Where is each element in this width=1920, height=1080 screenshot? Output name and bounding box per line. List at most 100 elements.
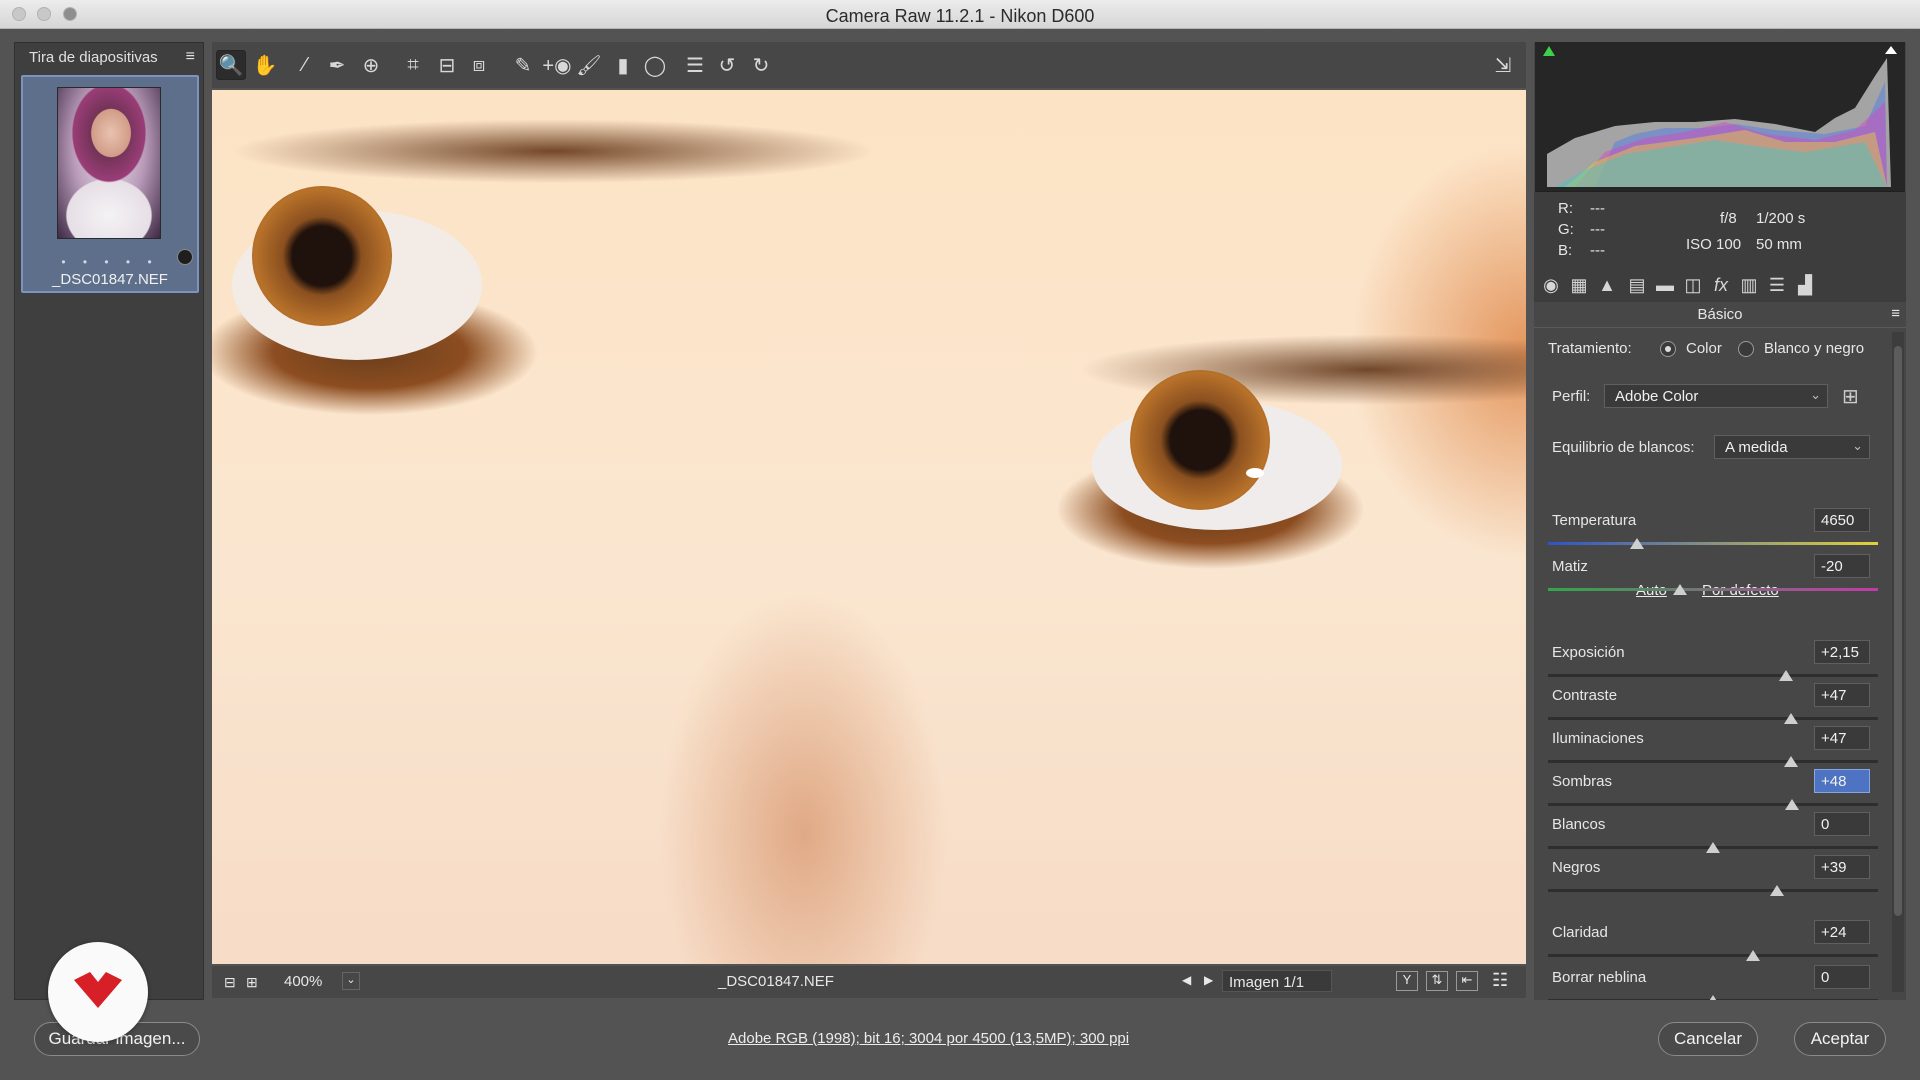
slider-value-field[interactable]: +48	[1814, 769, 1870, 793]
hand-icon[interactable]: ✋	[250, 50, 280, 80]
slider-thumb[interactable]	[1785, 799, 1800, 810]
rating-dots[interactable]: • • • • •	[23, 255, 197, 269]
targeted-adjustment-icon[interactable]: ⊕	[356, 50, 386, 80]
slider-track[interactable]	[1548, 674, 1878, 677]
graduated-filter-icon[interactable]: ▮	[608, 50, 638, 80]
treatment-color-radio[interactable]	[1660, 341, 1676, 357]
slider-thumb[interactable]	[1706, 842, 1720, 853]
zoom-icon[interactable]: 🔍	[216, 50, 246, 80]
treatment-label: Tratamiento:	[1548, 340, 1632, 357]
slider-track[interactable]	[1548, 803, 1878, 806]
spot-removal-icon[interactable]: ✎	[508, 50, 538, 80]
tone-curve-tab-icon[interactable]: ▦	[1568, 274, 1590, 296]
iso-value: ISO 100	[1686, 236, 1742, 253]
scrollbar-thumb[interactable]	[1894, 346, 1902, 916]
panel-tabs: ◉ ▦ ▲ ▤ ▬ ◫ fx ▥ ☰ ▟	[1534, 268, 1906, 302]
slider-value-field[interactable]: +47	[1814, 726, 1870, 750]
slider-track[interactable]	[1548, 717, 1878, 720]
slider-value-field[interactable]: +24	[1814, 920, 1870, 944]
slider-thumb[interactable]	[1778, 670, 1793, 681]
next-image-icon[interactable]: ▶	[1204, 973, 1213, 987]
slider-label: Temperatura	[1552, 512, 1637, 529]
slider-thumb[interactable]	[1770, 885, 1785, 896]
slider-label: Matiz	[1552, 558, 1588, 575]
focal-length-value: 50 mm	[1756, 236, 1802, 253]
treatment-color-label: Color	[1686, 340, 1722, 357]
open-in-photoshop-icon[interactable]: ⇲	[1488, 50, 1518, 80]
slider-thumb[interactable]	[1745, 950, 1760, 961]
zoom-level[interactable]: 400%	[284, 973, 322, 990]
white-balance-icon[interactable]: ⁄	[290, 50, 320, 80]
snapshots-tab-icon[interactable]: ▟	[1794, 274, 1816, 296]
g-value: ---	[1590, 221, 1605, 238]
slider-thumb[interactable]	[1783, 756, 1798, 767]
effects-tab-icon[interactable]: fx	[1710, 274, 1732, 296]
slider-value-field[interactable]: +47	[1814, 683, 1870, 707]
slider-value-field[interactable]: 0	[1814, 965, 1870, 989]
image-preview[interactable]	[212, 90, 1526, 964]
slider-value-field[interactable]: 0	[1814, 812, 1870, 836]
slider-label: Blancos	[1552, 816, 1606, 833]
shadow-clipping-icon[interactable]	[1543, 42, 1559, 56]
slider-track[interactable]	[1548, 889, 1878, 892]
swap-settings-icon[interactable]: ⇅	[1426, 971, 1448, 991]
before-after-icon[interactable]: Y	[1396, 971, 1418, 991]
white-balance-label: Equilibrio de blancos:	[1552, 439, 1695, 456]
cancel-button[interactable]: Cancelar	[1658, 1022, 1758, 1056]
camera-calibration-tab-icon[interactable]: ▥	[1738, 274, 1760, 296]
detail-tab-icon[interactable]: ▲	[1596, 274, 1618, 296]
highlight-clipping-icon[interactable]	[1883, 42, 1899, 56]
b-label: B:	[1558, 242, 1573, 259]
rotate-right-icon[interactable]: ↻	[746, 50, 776, 80]
adjustment-brush-icon[interactable]: 🖌	[574, 50, 604, 80]
preview-preferences-icon[interactable]: ☷	[1492, 970, 1508, 991]
profile-browser-icon[interactable]: ⊞	[1842, 384, 1859, 409]
slider-thumb[interactable]	[1673, 584, 1687, 595]
red-eye-icon[interactable]: +◉	[542, 50, 572, 80]
image-counter: Imagen 1/1	[1222, 970, 1332, 992]
slider-value-field[interactable]: -20	[1814, 554, 1870, 578]
dialog-footer: Guardar imagen... Adobe RGB (1998); bit …	[0, 1000, 1920, 1080]
zoom-dropdown-icon[interactable]: ⌄	[342, 972, 360, 990]
basic-tab-icon[interactable]: ◉	[1540, 274, 1562, 296]
split-toning-tab-icon[interactable]: ▬	[1654, 274, 1676, 296]
slider-thumb[interactable]	[1630, 538, 1645, 549]
crop-icon[interactable]: ⌗	[398, 50, 428, 80]
treatment-bw-radio[interactable]	[1738, 341, 1754, 357]
preferences-icon[interactable]: ☰	[680, 50, 710, 80]
slider-track[interactable]	[1548, 760, 1878, 763]
panel-scrollbar[interactable]	[1892, 332, 1904, 992]
zoom-in-icon[interactable]: ⊞	[246, 974, 258, 991]
zoom-out-icon[interactable]: ⊟	[224, 974, 236, 991]
transform-icon[interactable]: ⧈	[464, 50, 494, 80]
slider-track[interactable]	[1548, 542, 1878, 545]
slider-value-field[interactable]: 4650	[1814, 508, 1870, 532]
profile-dropdown[interactable]: Adobe Color ⌄	[1604, 384, 1828, 408]
slider-track[interactable]	[1548, 954, 1878, 957]
white-balance-dropdown[interactable]: A medida ⌄	[1714, 435, 1870, 459]
adjustment-panel: R: --- G: --- B: --- f/8 1/200 s ISO 100…	[1534, 42, 1906, 1051]
accept-button[interactable]: Aceptar	[1794, 1022, 1886, 1056]
radial-filter-icon[interactable]: ◯	[640, 50, 670, 80]
slider-label: Borrar neblina	[1552, 969, 1647, 986]
slider-value-field[interactable]: +39	[1814, 855, 1870, 879]
panel-menu-icon[interactable]: ≡	[1891, 305, 1900, 322]
copy-settings-icon[interactable]: ⇤	[1456, 971, 1478, 991]
lens-corrections-tab-icon[interactable]: ◫	[1682, 274, 1704, 296]
presets-tab-icon[interactable]: ☰	[1766, 274, 1788, 296]
histogram	[1535, 42, 1905, 192]
filmstrip-thumbnail[interactable]: • • • • • _DSC01847.NEF	[21, 75, 199, 293]
slider-value-field[interactable]: +2,15	[1814, 640, 1870, 664]
slider-track[interactable]	[1548, 588, 1878, 591]
hsl-tab-icon[interactable]: ▤	[1626, 274, 1648, 296]
slider-thumb[interactable]	[1783, 713, 1798, 724]
adjusted-badge-icon	[177, 249, 193, 265]
workflow-options-link[interactable]: Adobe RGB (1998); bit 16; 3004 por 4500 …	[728, 1030, 1129, 1047]
previous-image-icon[interactable]: ◀	[1182, 973, 1191, 987]
straighten-icon[interactable]: ⊟	[432, 50, 462, 80]
aperture-value: f/8	[1720, 210, 1737, 227]
rotate-left-icon[interactable]: ↺	[712, 50, 742, 80]
filmstrip-panel: Tira de diapositivas ≡ • • • • • _DSC018…	[14, 42, 204, 1000]
filmstrip-menu-icon[interactable]: ≡	[186, 48, 195, 66]
color-sampler-icon[interactable]: ✒	[322, 50, 352, 80]
